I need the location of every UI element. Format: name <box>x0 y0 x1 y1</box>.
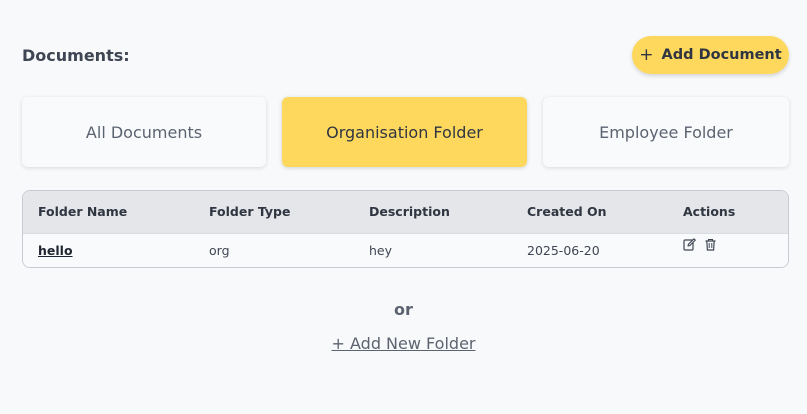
documents-header: Documents: + Add Document <box>22 36 789 74</box>
folder-type-cell: org <box>209 242 230 258</box>
table-header-row: Folder Name Folder Type Description Crea… <box>23 191 788 233</box>
folder-name-cell: hello <box>23 233 194 267</box>
tab-all-documents[interactable]: All Documents <box>22 97 266 167</box>
actions-cell <box>668 233 788 267</box>
table-row: hello org hey 2025-06-20 <box>23 233 788 267</box>
column-header-created-on: Created On <box>527 204 607 220</box>
add-document-label: Add Document <box>661 47 782 63</box>
description-cell: hey <box>369 242 393 258</box>
tab-employee-folder[interactable]: Employee Folder <box>543 97 789 167</box>
add-new-folder-link[interactable]: + Add New Folder <box>332 334 476 353</box>
folder-tabs: All Documents Organisation Folder Employ… <box>22 97 789 167</box>
column-header-description: Description <box>369 204 450 220</box>
add-new-folder-container: + Add New Folder <box>0 334 807 353</box>
tab-organisation-folder[interactable]: Organisation Folder <box>282 97 527 167</box>
trash-icon[interactable] <box>704 238 717 251</box>
or-separator: or <box>394 300 413 319</box>
add-document-button[interactable]: + Add Document <box>632 36 789 74</box>
column-header-actions: Actions <box>683 204 736 220</box>
folders-table: Folder Name Folder Type Description Crea… <box>22 190 789 268</box>
edit-icon[interactable] <box>683 238 696 251</box>
page-title: Documents: <box>22 46 130 65</box>
created-on-cell: 2025-06-20 <box>527 242 600 258</box>
column-header-folder-type: Folder Type <box>209 204 291 220</box>
documents-page: Documents: + Add Document All Documents … <box>0 0 807 414</box>
plus-icon: + <box>639 44 654 65</box>
folder-name-link[interactable]: hello <box>38 243 73 258</box>
column-header-folder-name: Folder Name <box>38 204 128 220</box>
